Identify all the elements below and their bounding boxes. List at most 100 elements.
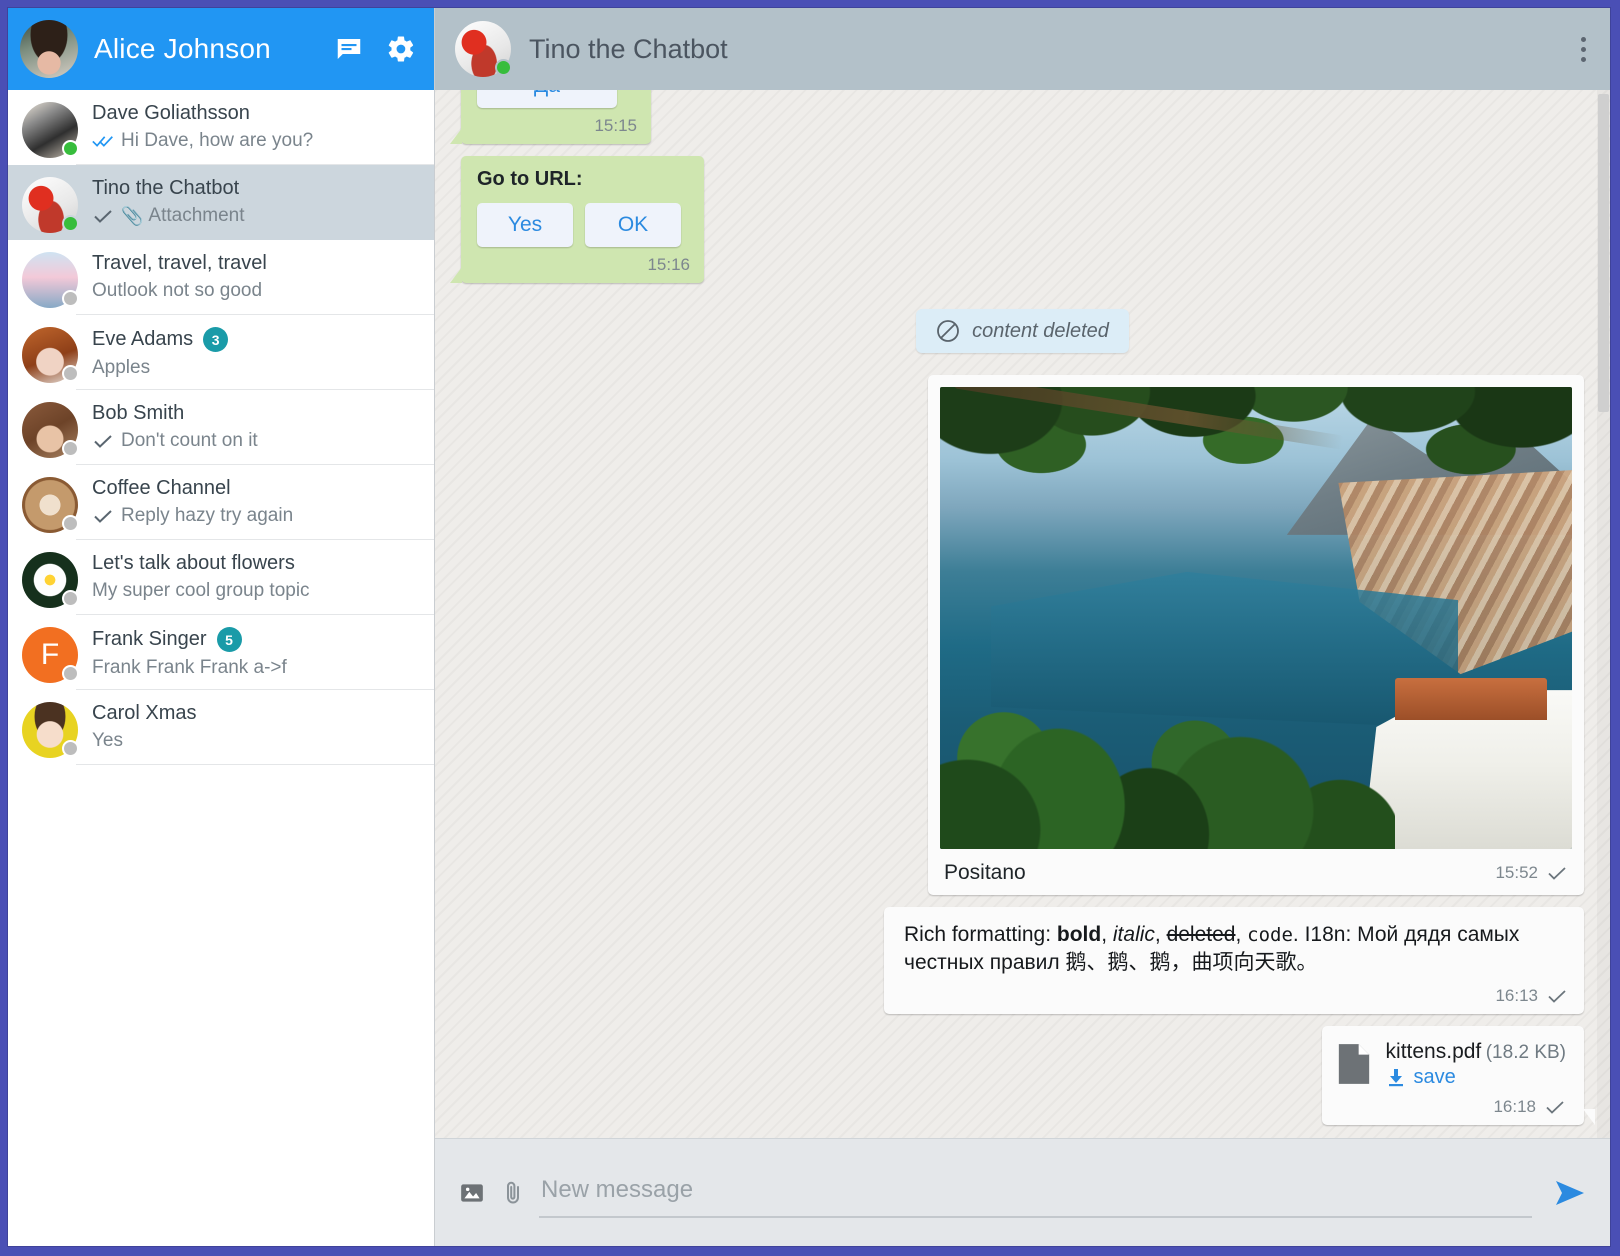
chat-list[interactable]: Dave Goliathsson Hi Dave, how are you? [8, 90, 434, 1246]
chat-item-texts: Bob Smith Don't count on it [78, 400, 426, 452]
message-bubble-rich-text: Rich formatting: bold, italic, deleted, … [884, 907, 1584, 1014]
chat-item-texts: Eve Adams 3 Apples [78, 325, 426, 379]
file-name: kittens.pdf [1386, 1040, 1482, 1063]
chat-item-title: Carol Xmas [92, 702, 196, 725]
account-actions [334, 34, 416, 64]
message-meta: 16:18 [1336, 1097, 1566, 1117]
avatar [22, 177, 78, 233]
save-action[interactable]: save [1386, 1066, 1566, 1089]
gear-icon[interactable] [386, 34, 416, 64]
chat-item-title: Tino the Chatbot [92, 177, 239, 200]
keyboard-button-yes[interactable]: Yes [477, 203, 573, 247]
presence-indicator [62, 515, 79, 532]
app-root: Alice Johnson Dave Goliathsson [0, 0, 1620, 1256]
segment-plain: Rich formatting: [904, 923, 1057, 946]
chat-item-preview: Reply hazy try again [121, 505, 293, 527]
send-icon[interactable] [1554, 1178, 1588, 1208]
keyboard-prompt: Go to URL: [477, 168, 690, 191]
segment-bold: bold [1057, 923, 1101, 946]
message-scrollbar[interactable] [1597, 90, 1610, 1138]
composer-actions [459, 1180, 525, 1206]
message-input[interactable] [539, 1168, 1532, 1218]
message-time: 16:13 [1495, 986, 1538, 1006]
chat-list-item-flowers[interactable]: Let's talk about flowers My super cool g… [8, 540, 434, 615]
chat-list-item-bob-smith[interactable]: Bob Smith Don't count on it [8, 390, 434, 465]
chat-list-item-carol-xmas[interactable]: Carol Xmas Yes [8, 690, 434, 765]
message-input-wrapper [539, 1168, 1532, 1218]
single-check-icon [1546, 865, 1568, 881]
unread-badge: 5 [217, 627, 242, 652]
compose-message-icon[interactable] [334, 34, 364, 64]
account-avatar[interactable] [20, 20, 78, 78]
message-composer [435, 1138, 1610, 1246]
message-time: 15:16 [647, 255, 690, 275]
paperclip-icon: 📎 [121, 207, 143, 225]
presence-indicator [62, 365, 79, 382]
chat-item-preview: Yes [92, 730, 123, 752]
message-list[interactable]: Да 15:15 Go to URL: Yes OK [435, 90, 1610, 1138]
presence-indicator [62, 290, 79, 307]
chat-list-item-eve-adams[interactable]: Eve Adams 3 Apples [8, 315, 434, 390]
chat-item-preview: Don't count on it [121, 430, 258, 452]
blocked-icon [936, 319, 960, 343]
chat-list-item-dave-goliathsson[interactable]: Dave Goliathsson Hi Dave, how are you? [8, 90, 434, 165]
account-name: Alice Johnson [94, 33, 334, 65]
chat-list-item-coffee-channel[interactable]: Coffee Channel Reply hazy try again [8, 465, 434, 540]
account-bar: Alice Johnson [8, 8, 434, 90]
message-meta: 15:52 [1495, 863, 1568, 883]
single-check-icon [92, 208, 114, 224]
chat-item-texts: Travel, travel, travel Outlook not so go… [78, 250, 426, 302]
chat-item-title: Dave Goliathsson [92, 102, 250, 125]
avatar [22, 402, 78, 458]
conversation-title: Tino the Chatbot [529, 34, 1575, 65]
paperclip-icon[interactable] [501, 1180, 525, 1206]
chat-list-item-travel[interactable]: Travel, travel, travel Outlook not so go… [8, 240, 434, 315]
message-row: Positano 15:52 [461, 375, 1584, 895]
avatar [22, 327, 78, 383]
inline-keyboard: Yes OK [477, 203, 690, 247]
inline-keyboard: Да [477, 90, 637, 108]
segment-plain: , [1235, 923, 1247, 946]
chat-item-preview: Frank Frank Frank a->f [92, 657, 287, 679]
conversation-panel: Tino the Chatbot Да 15:15 [435, 8, 1610, 1246]
file-attachment[interactable]: kittens.pdf (18.2 KB) save [1336, 1040, 1566, 1089]
segment-strikethrough: deleted [1167, 923, 1236, 946]
avatar [22, 477, 78, 533]
save-link[interactable]: save [1414, 1066, 1456, 1089]
message-meta: 15:15 [477, 116, 637, 136]
file-size: (18.2 KB) [1486, 1042, 1566, 1063]
document-icon [1336, 1043, 1372, 1085]
single-check-icon [1544, 1099, 1566, 1115]
chat-item-preview: Hi Dave, how are you? [121, 130, 313, 152]
unread-badge: 3 [203, 327, 228, 352]
bubble-tail [1583, 1109, 1595, 1125]
message-row: content deleted [461, 309, 1584, 353]
rich-text-content: Rich formatting: bold, italic, deleted, … [904, 921, 1568, 978]
chat-list-panel: Alice Johnson Dave Goliathsson [8, 8, 435, 1246]
kebab-menu-icon[interactable] [1575, 31, 1592, 68]
download-icon [1386, 1067, 1406, 1087]
message-time: 15:15 [594, 116, 637, 136]
scrollbar-thumb[interactable] [1598, 94, 1609, 412]
chat-list-item-tino-the-chatbot[interactable]: Tino the Chatbot 📎 Attachment [8, 165, 434, 240]
file-info: kittens.pdf (18.2 KB) save [1386, 1040, 1566, 1089]
chat-item-texts: Dave Goliathsson Hi Dave, how are you? [78, 100, 426, 152]
conversation-header: Tino the Chatbot [435, 8, 1610, 90]
keyboard-button-ok[interactable]: OK [585, 203, 681, 247]
system-message-text: content deleted [972, 320, 1109, 343]
presence-indicator [62, 440, 79, 457]
keyboard-button-da[interactable]: Да [477, 90, 617, 108]
avatar[interactable] [455, 21, 511, 77]
segment-plain: , [1155, 923, 1167, 946]
chat-item-preview: Outlook not so good [92, 280, 262, 302]
presence-indicator [495, 59, 512, 76]
avatar-initial: F [41, 638, 59, 672]
message-meta: 16:13 [904, 986, 1568, 1006]
chat-item-texts: Carol Xmas Yes [78, 700, 426, 752]
image-icon[interactable] [459, 1180, 485, 1206]
positano-coastline-photo[interactable] [940, 387, 1572, 849]
presence-indicator [62, 140, 79, 157]
chat-item-title: Frank Singer [92, 628, 207, 651]
avatar: F [22, 627, 78, 683]
chat-list-item-frank-singer[interactable]: F Frank Singer 5 Frank Frank Frank a->f [8, 615, 434, 690]
